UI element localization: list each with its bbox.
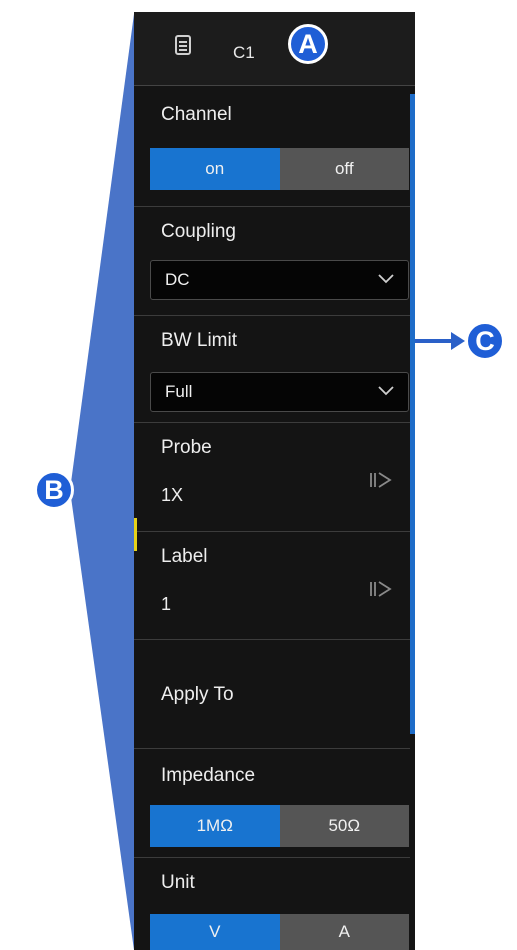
menu-header: C1 bbox=[134, 12, 415, 86]
channel-toggle[interactable]: on off bbox=[150, 148, 409, 190]
submenu-enter-icon[interactable] bbox=[368, 580, 394, 598]
submenu-enter-icon[interactable] bbox=[368, 471, 394, 489]
channel-label: Channel bbox=[161, 104, 232, 125]
unit-section: Unit V A bbox=[134, 858, 410, 950]
label-item-value: 1 bbox=[161, 594, 172, 614]
document-icon[interactable] bbox=[175, 35, 191, 55]
unit-v-option[interactable]: V bbox=[150, 914, 280, 950]
bw-limit-dropdown[interactable]: Full bbox=[150, 372, 409, 412]
apply-to-label: Apply To bbox=[161, 684, 234, 705]
bw-limit-value: Full bbox=[165, 382, 193, 401]
impedance-label: Impedance bbox=[161, 765, 256, 786]
menu-title: C1 bbox=[233, 43, 255, 62]
chevron-down-icon bbox=[378, 386, 394, 396]
coupling-section: Coupling DC bbox=[134, 207, 410, 316]
label-item-label: Label bbox=[161, 546, 208, 567]
probe-label: Probe bbox=[161, 437, 212, 458]
callout-b-badge: B bbox=[34, 470, 74, 510]
coupling-dropdown[interactable]: DC bbox=[150, 260, 409, 300]
apply-to-section[interactable]: Apply To bbox=[134, 640, 410, 749]
channel-section: Channel on off bbox=[134, 90, 410, 207]
callout-c-badge: C bbox=[465, 321, 505, 361]
scrollbar[interactable] bbox=[410, 94, 415, 734]
channel-off-option[interactable]: off bbox=[279, 148, 409, 190]
channel-on-option[interactable]: on bbox=[150, 148, 280, 190]
unit-label: Unit bbox=[161, 872, 195, 893]
label-section[interactable]: Label 1 bbox=[134, 532, 410, 640]
callout-a-badge: A bbox=[288, 24, 328, 64]
chevron-down-icon bbox=[378, 274, 394, 284]
selection-marker bbox=[134, 518, 137, 551]
impedance-1mohm-option[interactable]: 1MΩ bbox=[150, 805, 280, 847]
channel-menu-panel: C1 Channel on off Coupling DC BW Limit F… bbox=[134, 12, 415, 950]
impedance-50ohm-option[interactable]: 50Ω bbox=[279, 805, 409, 847]
bw-limit-label: BW Limit bbox=[161, 330, 237, 351]
unit-a-option[interactable]: A bbox=[279, 914, 409, 950]
impedance-toggle[interactable]: 1MΩ 50Ω bbox=[150, 805, 409, 847]
bw-limit-section: BW Limit Full bbox=[134, 316, 410, 423]
probe-value: 1X bbox=[161, 485, 184, 505]
unit-toggle[interactable]: V A bbox=[150, 914, 409, 950]
probe-section[interactable]: Probe 1X bbox=[134, 423, 410, 532]
coupling-value: DC bbox=[165, 270, 190, 289]
coupling-label: Coupling bbox=[161, 221, 236, 242]
impedance-section: Impedance 1MΩ 50Ω bbox=[134, 749, 410, 858]
arrow-right-icon bbox=[415, 332, 465, 350]
